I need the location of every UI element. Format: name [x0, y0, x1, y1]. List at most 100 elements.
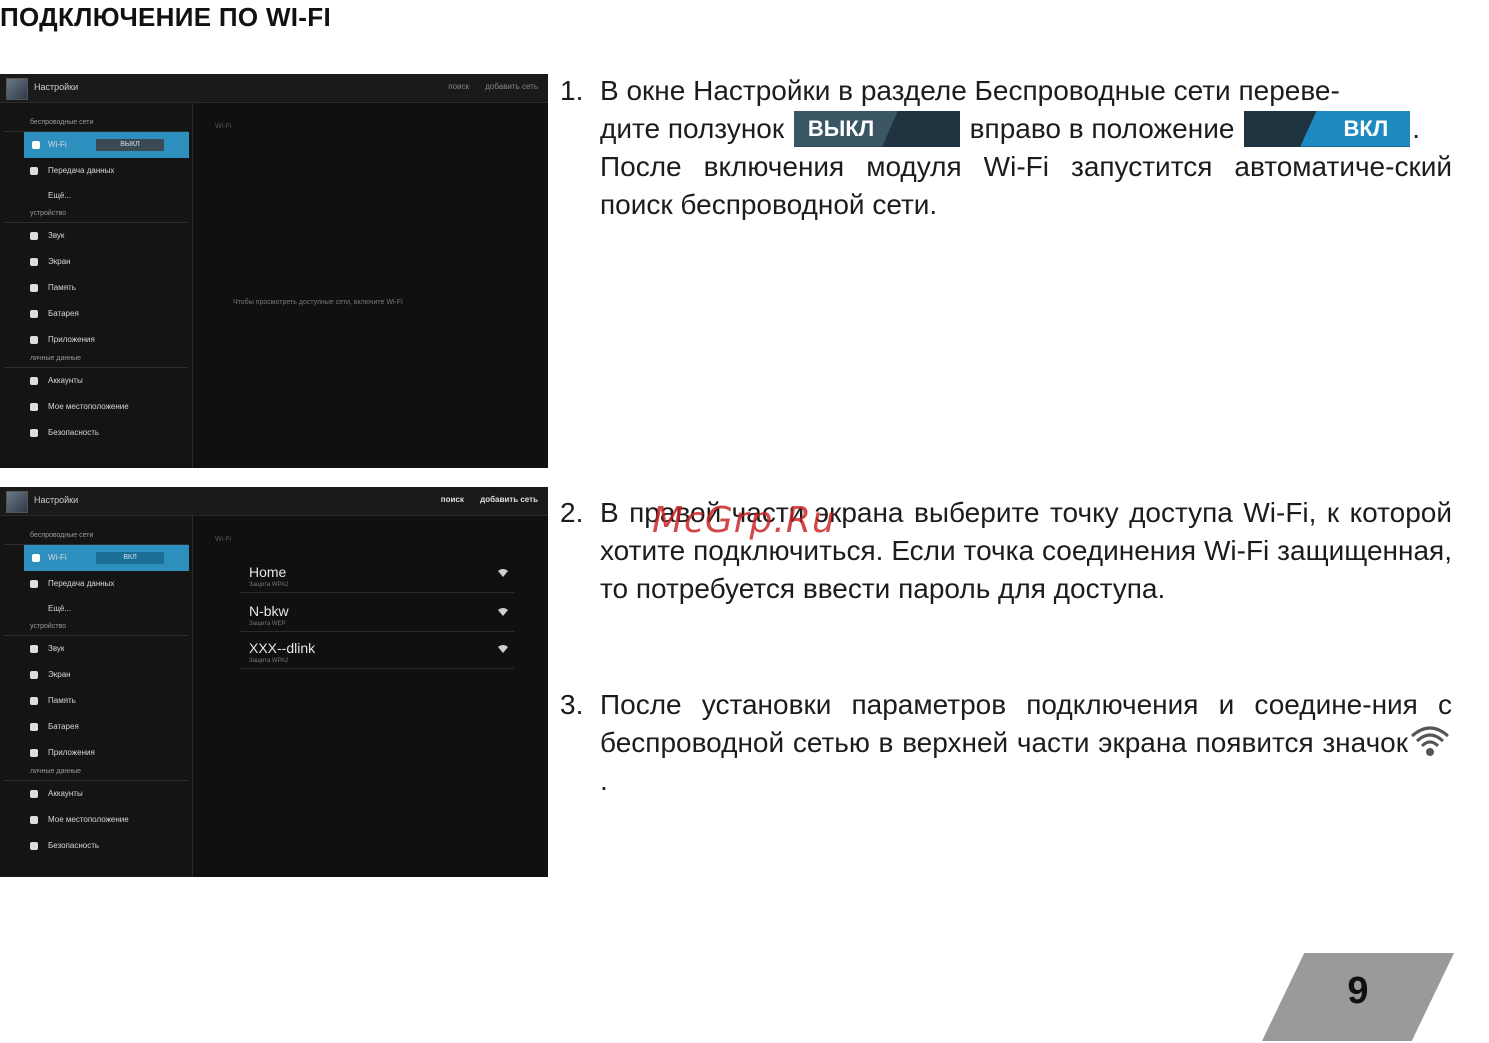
section-device: устройство: [4, 208, 188, 223]
section-device: устройство: [4, 621, 188, 636]
sidebar-item-more[interactable]: Ещё...: [0, 597, 192, 621]
brightness-icon: [30, 258, 38, 266]
sidebar-item-memory[interactable]: Память: [0, 275, 192, 301]
step-text: После установки параметров подключения и…: [600, 689, 1452, 758]
sidebar-item-accounts[interactable]: Аккаунты: [0, 781, 192, 807]
sidebar-item-sound[interactable]: Звук: [0, 223, 192, 249]
step-text: После включения модуля Wi-Fi запустится …: [600, 151, 1452, 220]
sidebar-item-screen[interactable]: Экран: [0, 249, 192, 275]
network-item[interactable]: XXX--dlink Защита WPA2: [239, 632, 514, 669]
sidebar-item-accounts[interactable]: Аккаунты: [0, 368, 192, 394]
sync-icon: [30, 790, 38, 798]
sidebar-item-sound[interactable]: Звук: [0, 636, 192, 662]
sidebar-item-memory[interactable]: Память: [0, 688, 192, 714]
brightness-icon: [30, 671, 38, 679]
settings-app-icon: [6, 491, 28, 513]
data-usage-icon: [30, 580, 38, 588]
sidebar-item-data[interactable]: Передача данных: [0, 571, 192, 597]
switch-on-image: ВКЛ: [1244, 110, 1411, 147]
sidebar-item-wifi[interactable]: Wi-Fi ВКЛ: [24, 545, 189, 571]
section-wireless: беспроводные сети: [4, 530, 188, 545]
sync-icon: [30, 377, 38, 385]
app-topbar: Настройки поиск добавить сеть: [0, 487, 548, 516]
sidebar-item-battery[interactable]: Батарея: [0, 714, 192, 740]
app-title: Настройки: [34, 82, 79, 92]
network-security: Защита WPA2: [249, 658, 289, 664]
screenshot-wifi-off: Настройки поиск добавить сеть беспроводн…: [0, 74, 548, 468]
battery-icon: [30, 310, 38, 318]
sidebar-item-wifi[interactable]: Wi-Fi ВЫКЛ: [24, 132, 189, 158]
sidebar-item-label: Приложения: [48, 748, 95, 757]
step-text: .: [600, 765, 608, 796]
page-number: 9: [1347, 970, 1369, 1012]
sidebar-item-label: Мое местоположение: [48, 402, 129, 411]
sidebar-item-security[interactable]: Безопасность: [0, 420, 192, 446]
storage-icon: [30, 284, 38, 292]
sidebar-item-label: Экран: [48, 670, 71, 679]
step-text: вправо в положение: [969, 113, 1235, 144]
add-network-action[interactable]: добавить сеть: [480, 495, 538, 504]
sidebar-item-label: Звук: [48, 231, 65, 240]
network-security: Защита WPA2: [249, 582, 289, 588]
sidebar-item-location[interactable]: Мое местоположение: [0, 394, 192, 420]
step-text: дите ползунок: [600, 113, 785, 144]
pane-header: Wi-Fi: [215, 123, 232, 130]
step-number: 2.: [560, 497, 584, 528]
app-topbar: Настройки поиск добавить сеть: [0, 74, 548, 103]
step-1: 1. В окне Настройки в разделе Беспроводн…: [560, 72, 1452, 224]
sidebar-item-label: Безопасность: [48, 841, 100, 850]
sidebar-item-more[interactable]: Ещё...: [0, 184, 192, 208]
sidebar-item-label: Ещё...: [48, 604, 72, 613]
sidebar-item-battery[interactable]: Батарея: [0, 301, 192, 327]
sidebar-item-apps[interactable]: Приложения: [0, 327, 192, 353]
speaker-icon: [30, 232, 38, 240]
wifi-icon: [32, 141, 40, 149]
sidebar-item-label: Wi-Fi: [48, 553, 67, 562]
apps-icon: [30, 749, 38, 757]
settings-sidebar: беспроводные сети Wi-Fi ВКЛ Передача дан…: [0, 516, 193, 877]
section-personal: личные данные: [4, 353, 188, 368]
add-network-action[interactable]: добавить сеть: [485, 82, 538, 91]
sidebar-item-label: Мое местоположение: [48, 815, 129, 824]
sidebar-item-label: Звук: [48, 644, 65, 653]
storage-icon: [30, 697, 38, 705]
step-3: 3. После установки параметров подключени…: [560, 686, 1452, 800]
sidebar-item-location[interactable]: Мое местоположение: [0, 807, 192, 833]
search-action[interactable]: поиск: [448, 82, 469, 91]
sidebar-item-label: Экран: [48, 257, 71, 266]
wifi-toggle[interactable]: ВКЛ: [96, 552, 164, 564]
page-title: ПОДКЛЮЧЕНИЕ ПО WI-FI: [0, 2, 331, 32]
wifi-pane: Wi-Fi Чтобы просмотреть доступные сети, …: [193, 103, 548, 468]
sidebar-item-label: Передача данных: [48, 579, 115, 588]
sidebar-item-label: Память: [48, 283, 76, 292]
sidebar-item-apps[interactable]: Приложения: [0, 740, 192, 766]
switch-on-label: ВКЛ: [1300, 110, 1411, 147]
sidebar-item-screen[interactable]: Экран: [0, 662, 192, 688]
wifi-signal-icon: [498, 569, 508, 577]
sidebar-item-label: Аккаунты: [48, 376, 83, 385]
switch-off-image: ВЫКЛ: [793, 110, 960, 147]
sidebar-item-label: Аккаунты: [48, 789, 83, 798]
network-item[interactable]: Home Защита WPA2: [239, 556, 514, 593]
wifi-icon: [32, 554, 40, 562]
top-actions: поиск добавить сеть: [427, 495, 538, 504]
search-action[interactable]: поиск: [441, 495, 464, 504]
network-name: N-bkw: [249, 603, 289, 619]
network-item[interactable]: N-bkw Защита WEP: [239, 595, 514, 632]
screenshot-wifi-on: Настройки поиск добавить сеть беспроводн…: [0, 487, 548, 877]
section-personal: личные данные: [4, 766, 188, 781]
app-title: Настройки: [34, 495, 79, 505]
speaker-icon: [30, 645, 38, 653]
sidebar-item-security[interactable]: Безопасность: [0, 833, 192, 859]
switch-off-label: ВЫКЛ: [793, 110, 898, 147]
location-icon: [30, 403, 38, 411]
sidebar-item-data[interactable]: Передача данных: [0, 158, 192, 184]
watermark: McGrp.Ru: [652, 500, 836, 541]
wifi-off-hint: Чтобы просмотреть доступные сети, включи…: [233, 299, 403, 306]
wifi-signal-icon: [498, 608, 508, 616]
wifi-signal-icon: [498, 645, 508, 653]
sidebar-item-label: Батарея: [48, 722, 79, 731]
wifi-toggle[interactable]: ВЫКЛ: [96, 139, 164, 151]
lock-icon: [30, 842, 38, 850]
apps-icon: [30, 336, 38, 344]
